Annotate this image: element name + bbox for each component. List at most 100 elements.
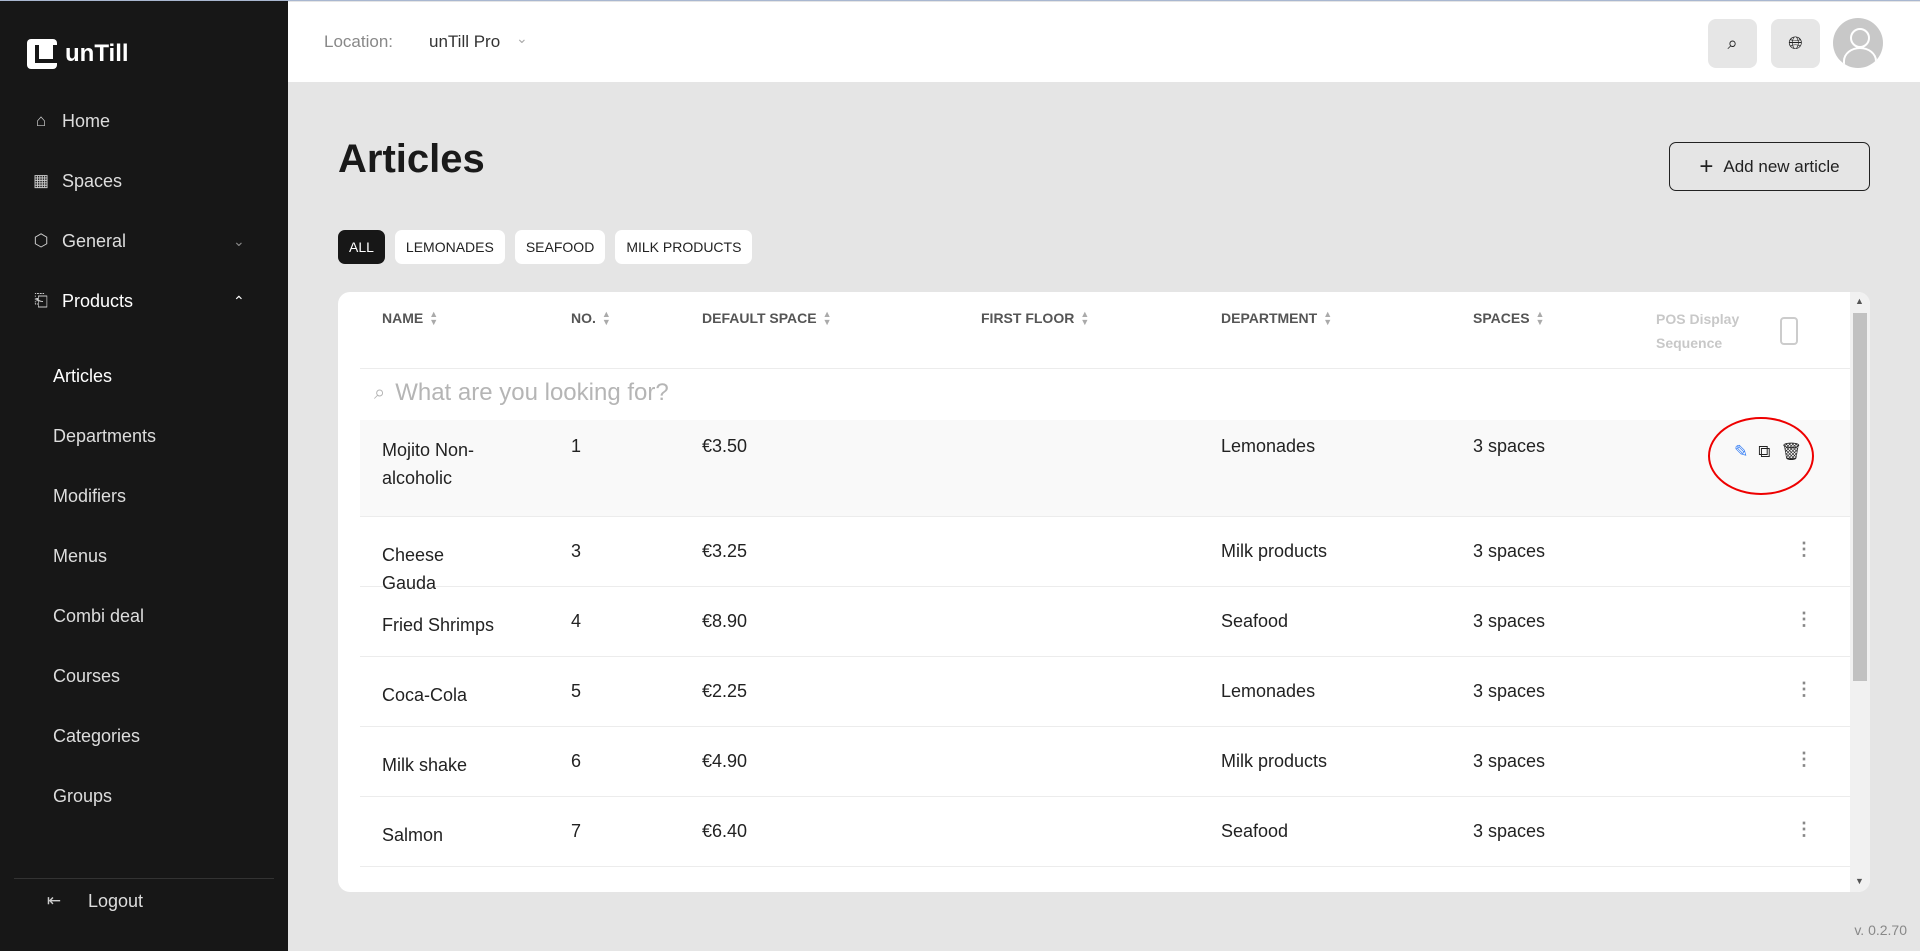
column-department[interactable]: DEPARTMENT ▲ ▼ [1221, 310, 1332, 327]
sort-icon: ▲ ▼ [1535, 309, 1545, 327]
app-version: v. 0.2.70 [1854, 922, 1907, 938]
articles-table: NAME ▲ ▼ NO. ▲ ▼ DEFAULT SPACE ▲ ▼ FIRST FLOOR… [338, 292, 1870, 892]
sidebar-item-menus[interactable]: Menus [53, 546, 107, 567]
more-options-icon[interactable]: ⋮ [1795, 609, 1813, 630]
cell-spaces: 3 spaces [1473, 821, 1546, 841]
filter-milk-products[interactable]: MILK PRODUCTS [615, 230, 753, 264]
cell-spaces: 3 spaces [1473, 436, 1546, 456]
label: Add new article [1723, 156, 1840, 176]
cell-no: 5 [571, 681, 582, 701]
cell-default-space: €8.90 [702, 611, 748, 631]
logout-icon: ⇤ [46, 891, 62, 910]
label: NO. [571, 310, 596, 326]
sidebar-item-departments[interactable]: Departments [53, 426, 156, 447]
more-options-icon[interactable]: ⋮ [1795, 539, 1813, 560]
phone-icon[interactable] [1780, 317, 1798, 345]
avatar[interactable] [1833, 18, 1883, 68]
label: Spaces [62, 170, 123, 191]
location-label: Location: [324, 32, 393, 51]
search-input[interactable]: ⌕ What are you looking for? [374, 379, 669, 407]
label: SPACES [1473, 310, 1530, 326]
gear-icon: ⬡ [33, 231, 49, 250]
cell-name: Milk shake [382, 755, 468, 775]
add-new-article-button[interactable]: + Add new article [1669, 142, 1870, 191]
cell-department: Milk products [1221, 751, 1328, 771]
cell-no: 3 [571, 541, 582, 561]
column-no[interactable]: NO. ▲ ▼ [571, 309, 611, 327]
label: FIRST FLOOR [981, 310, 1075, 326]
page-title: Articles [338, 137, 485, 181]
chevron-down-icon[interactable]: ⌄ [516, 30, 528, 47]
home-icon: ⌂ [35, 111, 47, 130]
scrollbar[interactable]: ▲ ▼ [1850, 292, 1870, 892]
column-first-floor[interactable]: FIRST FLOOR ▲ ▼ [981, 310, 1089, 327]
divider [360, 368, 1850, 369]
scrollbar-thumb[interactable] [1853, 313, 1867, 681]
plus-icon: + [1699, 152, 1714, 180]
cell-department: Seafood [1221, 821, 1289, 841]
column-name[interactable]: NAME ▲ ▼ [382, 309, 439, 327]
column-spaces[interactable]: SPACES ▲ ▼ [1473, 309, 1545, 327]
sort-icon: ▲ ▼ [601, 309, 611, 327]
filter-lemonades[interactable]: LEMONADES [394, 230, 505, 264]
sidebar-item-courses[interactable]: Courses [53, 666, 120, 687]
table-row[interactable]: Salmon 7 €6.40 Seafood 3 spaces ⋮ [360, 797, 1850, 867]
sidebar-item-combi-deal[interactable]: Combi deal [53, 606, 144, 627]
sidebar-item-modifiers[interactable]: Modifiers [53, 486, 126, 507]
filter-seafood[interactable]: SEAFOOD [514, 230, 606, 264]
more-options-icon[interactable]: ⋮ [1795, 749, 1813, 770]
search-icon: ⌕ [374, 381, 386, 404]
table-row[interactable]: Mojito Non-alcoholic 1 €3.50 Lemonades 3… [360, 420, 1850, 517]
sidebar-item-categories[interactable]: Categories [53, 726, 140, 747]
cell-default-space: €3.25 [702, 541, 748, 561]
cell-default-space: €4.90 [702, 751, 748, 771]
cell-no: 1 [571, 436, 582, 456]
label: General [62, 230, 127, 251]
top-bar: Location: unTill Pro ⌄ ⌕ 🌐︎ [288, 2, 1920, 82]
sort-icon: ▲ ▼ [429, 309, 439, 327]
table-row[interactable]: Milk shake 6 €4.90 Milk products 3 space… [360, 727, 1850, 797]
location-select[interactable]: unTill Pro [429, 32, 500, 52]
language-button[interactable]: 🌐︎ [1771, 19, 1820, 68]
products-icon: ⎗ [34, 291, 48, 310]
sidebar-item-groups[interactable]: Groups [53, 786, 112, 807]
cell-department: Lemonades [1221, 681, 1316, 701]
cell-name: Salmon [382, 825, 444, 845]
search-button[interactable]: ⌕ [1708, 19, 1757, 68]
cell-no: 4 [571, 611, 582, 631]
cell-no: 6 [571, 751, 582, 771]
cell-department: Seafood [1221, 611, 1289, 631]
scroll-down-icon[interactable]: ▼ [1855, 876, 1864, 886]
table-row[interactable]: Fried Shrimps 4 €8.90 Seafood 3 spaces ⋮ [360, 587, 1850, 657]
cell-name: Fried Shrimps [382, 615, 495, 635]
table-row[interactable]: Cheese Gauda 3 €3.25 Milk products 3 spa… [360, 517, 1850, 593]
label: Home [62, 110, 111, 131]
logo-text: unTill [65, 40, 129, 67]
cell-default-space: €6.40 [702, 821, 748, 841]
search-placeholder: What are you looking for? [395, 379, 669, 406]
logo[interactable]: unTill [27, 39, 129, 69]
table-row[interactable]: Coca-Cola 5 €2.25 Lemonades 3 spaces ⋮ [360, 657, 1850, 727]
more-options-icon[interactable]: ⋮ [1795, 679, 1813, 700]
sort-icon: ▲ ▼ [822, 309, 832, 327]
label: DEPARTMENT [1221, 310, 1318, 326]
divider [14, 878, 274, 879]
label: DEFAULT SPACE [702, 310, 817, 326]
grid-icon: ▦ [32, 171, 50, 190]
cell-no: 7 [571, 821, 582, 841]
cell-spaces: 3 spaces [1473, 611, 1546, 631]
filter-all[interactable]: ALL [338, 230, 385, 264]
sidebar-item-articles[interactable]: Articles [53, 366, 112, 387]
more-options-icon[interactable]: ⋮ [1795, 819, 1813, 840]
column-default-space[interactable]: DEFAULT SPACE ▲ ▼ [702, 309, 832, 327]
scroll-up-icon[interactable]: ▲ [1855, 296, 1864, 306]
logo-icon [27, 39, 57, 69]
globe-icon: 🌐︎ [1788, 33, 1803, 53]
chevron-down-icon: ⌄ [233, 232, 245, 249]
label: Logout [88, 890, 144, 911]
column-pos-display-sequence: POS Display Sequence [1656, 311, 1740, 351]
filter-chips: ALL LEMONADES SEAFOOD MILK PRODUCTS [338, 230, 753, 264]
sidebar: unTill ⌂ Home ▦ Spaces ⬡ General ⌄ ⎗ Products… [0, 1, 288, 951]
cell-department: Milk products [1221, 541, 1328, 561]
cell-name: Mojito Non-alcoholic [382, 440, 475, 488]
